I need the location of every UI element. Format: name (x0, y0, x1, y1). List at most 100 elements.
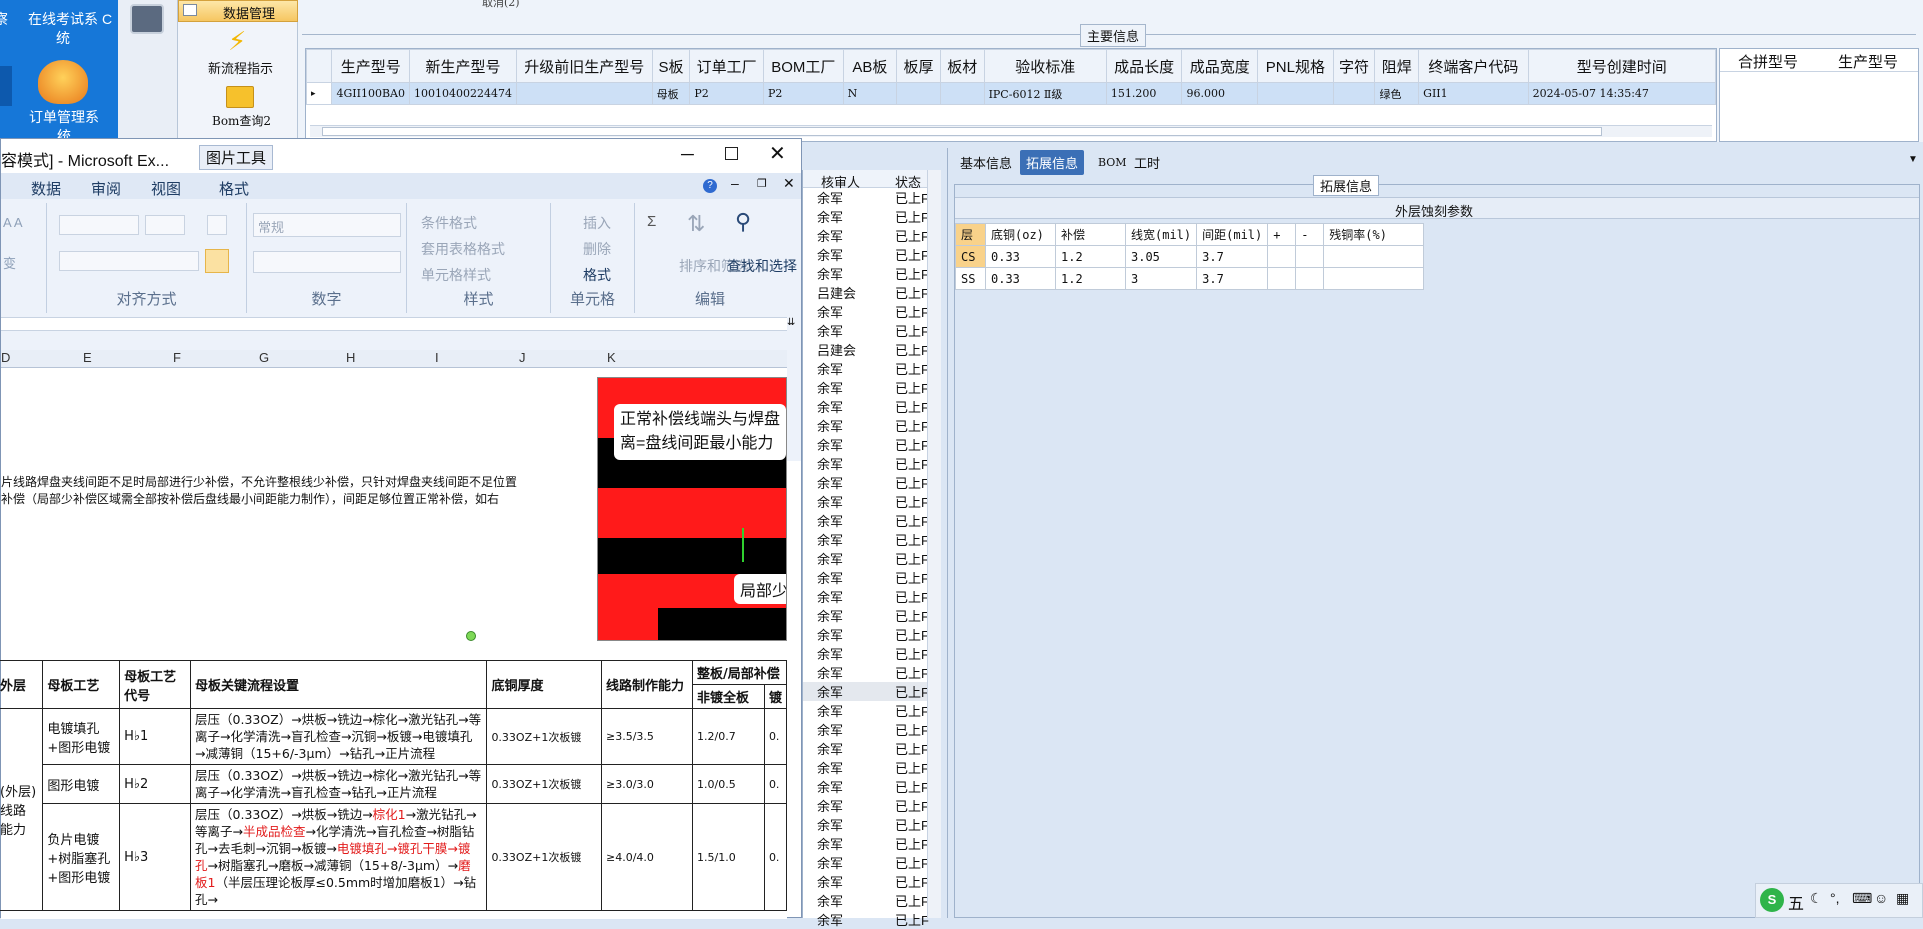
cell[interactable]: 2024-05-07 14:35:47 (1527, 82, 1717, 105)
col-header[interactable]: 成品长度 (1105, 49, 1183, 83)
col-header[interactable]: 板厚 (896, 49, 941, 83)
cell[interactable] (1295, 245, 1325, 268)
tab-extended-info[interactable]: 拓展信息 (1020, 150, 1085, 175)
list-item[interactable]: 余军 已上F (803, 435, 929, 454)
list-item[interactable]: 余军 已上F (803, 454, 929, 473)
col-header[interactable]: 型号创建时间 (1527, 49, 1717, 83)
list-item[interactable]: 余军 已上F (803, 226, 929, 245)
keyboard-icon[interactable]: ⌨ (1852, 890, 1872, 907)
col-header[interactable]: 残铜率(%) (1323, 223, 1425, 246)
cell-style-button[interactable]: 单元格样式 (421, 265, 491, 285)
horizontal-scrollbar[interactable] (310, 125, 1712, 137)
cell[interactable] (1332, 82, 1376, 105)
list-item[interactable]: 余军 已上F (803, 663, 929, 682)
list-item[interactable]: 余军 已上F (803, 910, 929, 929)
cell[interactable]: 10010400224474 (408, 82, 517, 105)
cell[interactable]: CS (955, 245, 986, 268)
insert-button[interactable]: 插入 (583, 213, 611, 233)
list-item[interactable]: 余军 已上F (803, 777, 929, 796)
cell[interactable] (939, 82, 985, 105)
col-E[interactable]: E (83, 350, 92, 365)
col-header[interactable]: 成品宽度 (1181, 49, 1259, 83)
cell[interactable] (1323, 267, 1425, 290)
merge-col-header[interactable]: 合拼型号 (1738, 51, 1798, 72)
col-header[interactable]: 层 (955, 223, 986, 246)
rotate-handle[interactable] (466, 631, 476, 641)
sort-icon[interactable]: ⇅ (687, 211, 705, 237)
new-flow-button[interactable]: 新流程指示 (208, 58, 273, 77)
col-header[interactable]: AB板 (842, 49, 898, 83)
list-item[interactable]: 余军 已上F (803, 796, 929, 815)
list-item[interactable]: 余军 已上F (803, 891, 929, 910)
cell[interactable]: 1.2 (1055, 267, 1126, 290)
col-header[interactable]: 线宽(mil) (1124, 223, 1198, 246)
col-header[interactable]: - (1295, 223, 1325, 246)
list-item[interactable]: 余军 已上F (803, 549, 929, 568)
list-item[interactable]: 余军 已上F (803, 853, 929, 872)
table-row[interactable]: SS 0.33 1.2 3 3.7 (955, 267, 1425, 290)
moon-icon[interactable]: ☾ (1810, 890, 1823, 907)
col-header[interactable]: 升级前旧生产型号 (515, 49, 653, 83)
col-J[interactable]: J (519, 350, 526, 365)
cell[interactable]: IPC-6012 Ⅱ级 (983, 82, 1107, 105)
col-header[interactable]: 订单工厂 (689, 49, 765, 83)
list-item[interactable]: 余军 已上F (803, 378, 929, 397)
folder-icon[interactable] (226, 86, 254, 108)
col-header[interactable]: 新生产型号 (408, 49, 517, 83)
cell[interactable] (1267, 245, 1297, 268)
ime-mode-label[interactable]: 五 (1788, 890, 1804, 914)
desktop-icon-online-exam[interactable]: 在线考试系统 (28, 10, 98, 48)
col-header[interactable]: 间距(mil) (1196, 223, 1269, 246)
list-item[interactable]: 余军 已上F (803, 397, 929, 416)
data-mgmt-header[interactable]: 数据管理 (178, 0, 298, 22)
cell[interactable]: 3.7 (1196, 267, 1269, 290)
orientation-button[interactable] (145, 215, 185, 235)
col-header[interactable]: 验收标准 (983, 49, 1107, 83)
col-I[interactable]: I (435, 350, 439, 365)
tab-view[interactable]: 视图 (151, 178, 181, 199)
tab-format[interactable]: 格式 (219, 178, 249, 199)
list-item[interactable]: 余军 已上F (803, 473, 929, 492)
find-select-button[interactable]: 查找和选择 (727, 257, 797, 275)
chevron-down-icon[interactable]: ▼ (1908, 154, 1918, 165)
cell[interactable]: GII1 (1418, 82, 1529, 105)
col-K[interactable]: K (607, 350, 616, 365)
cell[interactable]: 3.7 (1196, 245, 1269, 268)
cell[interactable]: SS (955, 267, 986, 290)
cell[interactable]: 1.2 (1055, 245, 1126, 268)
list-item[interactable]: 余军 已上F (803, 264, 929, 283)
table-row[interactable]: ▸ 4GII100BA0 10010400224474 母板 P2 P2 N I… (305, 82, 1717, 105)
expand-formula-icon[interactable]: ⇊ (787, 317, 795, 328)
list-item[interactable]: 余军 已上F (803, 207, 929, 226)
list-item[interactable]: 余军 已上F (803, 834, 929, 853)
list-item[interactable]: 余军 已上F (803, 530, 929, 549)
col-header[interactable]: 底铜(oz) (985, 223, 1056, 246)
list-item[interactable]: 余军 已上F (803, 625, 929, 644)
col-header[interactable]: 生产型号 (331, 49, 410, 83)
cell[interactable] (1257, 82, 1334, 105)
cell[interactable]: 4GII100BA0 (331, 82, 410, 105)
col-header[interactable]: PNL规格 (1257, 49, 1334, 83)
sum-icon[interactable]: Σ (647, 213, 656, 230)
binoculars-icon[interactable]: ⚲ (735, 209, 751, 235)
wrap-text-button[interactable] (207, 215, 227, 235)
ribbon-restore-icon[interactable]: ❐ (757, 177, 767, 190)
list-item[interactable]: 余军 已上F (803, 321, 929, 340)
list-item[interactable]: 余军 已上F (803, 872, 929, 891)
cell[interactable]: 151.200 (1105, 82, 1183, 105)
list-item[interactable]: 余军 已上F (803, 492, 929, 511)
list-item[interactable]: 余军 已上F (803, 511, 929, 530)
list-item[interactable]: 余军 已上F (803, 245, 929, 264)
help-icon[interactable]: ? (703, 179, 717, 193)
number-buttons[interactable] (253, 251, 401, 273)
formula-bar[interactable] (1, 317, 787, 331)
cell[interactable] (1267, 267, 1297, 290)
tab-basic-info[interactable]: 基本信息 (954, 150, 1018, 175)
align-left-buttons[interactable] (59, 251, 199, 271)
col-header[interactable]: 阻焊 (1374, 49, 1420, 83)
tab-review[interactable]: 审阅 (91, 178, 121, 199)
col-header[interactable]: 补偿 (1055, 223, 1126, 246)
cell[interactable]: 0.33 (985, 267, 1056, 290)
font-icon[interactable]: 变 (3, 253, 16, 272)
number-format-dropdown[interactable]: 常规 (253, 213, 401, 237)
